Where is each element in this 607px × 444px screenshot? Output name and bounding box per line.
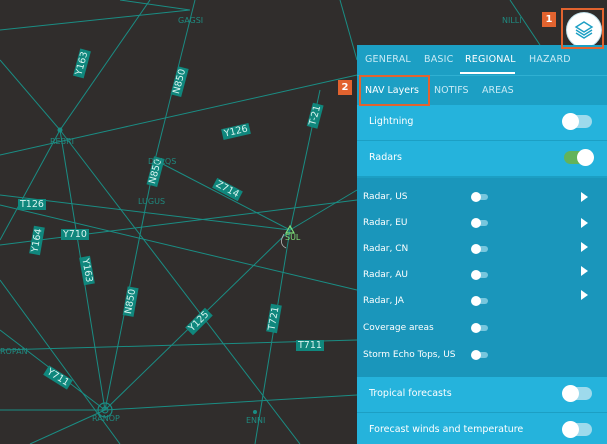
row-tropical-forecasts[interactable]: Tropical forecasts (357, 377, 607, 413)
tropical-forecasts-toggle[interactable] (562, 385, 592, 402)
airway-label: T126 (18, 199, 46, 210)
waypoint-label: NILLI (502, 16, 522, 25)
waypoint-dot (57, 127, 63, 133)
row-forecast-winds[interactable]: Forecast winds and temperature (357, 413, 607, 444)
coverage-areas-toggle[interactable] (471, 323, 488, 333)
tab-notifs[interactable]: NOTIFS (434, 85, 469, 96)
row-label: Tropical forecasts (369, 388, 452, 399)
row-label: Forecast winds and temperature (369, 424, 524, 435)
waypoint-label: GAGSI (178, 16, 204, 25)
play-icon[interactable] (581, 242, 588, 252)
annotation-badge-1: 1 (542, 12, 556, 27)
row-radar-eu[interactable]: Radar, EU (357, 210, 607, 236)
highlight-box-layers (561, 8, 604, 49)
row-label: Storm Echo Tops, US (363, 350, 456, 360)
waypoint-label: RANOP (92, 414, 120, 423)
tab-basic[interactable]: BASIC (424, 54, 453, 65)
storm-echo-tops-toggle[interactable] (471, 350, 488, 360)
play-icon[interactable] (581, 192, 588, 202)
radars-toggle[interactable] (564, 149, 594, 166)
row-coverage-areas[interactable]: Coverage areas (357, 315, 607, 341)
row-storm-echo-tops[interactable]: Storm Echo Tops, US (357, 342, 607, 368)
tab-hazard[interactable]: HAZARD (529, 54, 571, 65)
row-label: Coverage areas (363, 323, 434, 333)
highlight-box-nav-layers (359, 75, 430, 106)
row-lightning[interactable]: Lightning (357, 105, 607, 141)
waypoint-label: SUL (285, 233, 301, 242)
play-icon[interactable] (581, 266, 588, 276)
radar-eu-toggle[interactable] (471, 218, 488, 228)
play-icon[interactable] (581, 218, 588, 228)
lightning-toggle[interactable] (562, 113, 592, 130)
tab-general[interactable]: GENERAL (365, 54, 411, 65)
waypoint-label: REBRI (50, 137, 75, 146)
annotation-badge-2: 2 (338, 80, 352, 95)
row-radars[interactable]: Radars (357, 141, 607, 176)
row-radar-au[interactable]: Radar, AU (357, 262, 607, 288)
radar-au-toggle[interactable] (471, 270, 488, 280)
row-label: Lightning (369, 116, 414, 127)
radar-sublist: Radar, US Radar, EU Radar, CN Radar, AU … (357, 178, 607, 377)
waypoint-label: ROPAN (0, 347, 28, 356)
waypoint-dot (253, 410, 257, 414)
row-radar-cn[interactable]: Radar, CN (357, 236, 607, 262)
row-label: Radar, JA (363, 296, 404, 306)
airway-label: Y710 (61, 229, 89, 240)
waypoint-label: LUGUS (138, 197, 166, 206)
radar-us-toggle[interactable] (471, 192, 488, 202)
top-tab-bar: GENERAL BASIC REGIONAL HAZARD (357, 45, 607, 75)
tab-regional[interactable]: REGIONAL (465, 54, 516, 65)
row-label: Radar, CN (363, 244, 409, 254)
radar-ja-toggle[interactable] (471, 296, 488, 306)
active-tab-indicator (460, 72, 515, 74)
row-label: Radar, US (363, 192, 408, 202)
row-label: Radar, EU (363, 218, 408, 228)
row-radar-ja[interactable]: Radar, JA (357, 288, 607, 314)
waypoint-label: ENNI (246, 416, 266, 425)
row-radar-us[interactable]: Radar, US (357, 184, 607, 210)
waypoint-label: DOLQS (148, 157, 177, 166)
row-label: Radar, AU (363, 270, 408, 280)
forecast-winds-toggle[interactable] (562, 421, 592, 438)
row-label: Radars (369, 152, 402, 163)
radar-cn-toggle[interactable] (471, 244, 488, 254)
airway-label: T711 (296, 340, 324, 351)
play-icon[interactable] (581, 290, 588, 300)
tab-areas[interactable]: AREAS (482, 85, 514, 96)
